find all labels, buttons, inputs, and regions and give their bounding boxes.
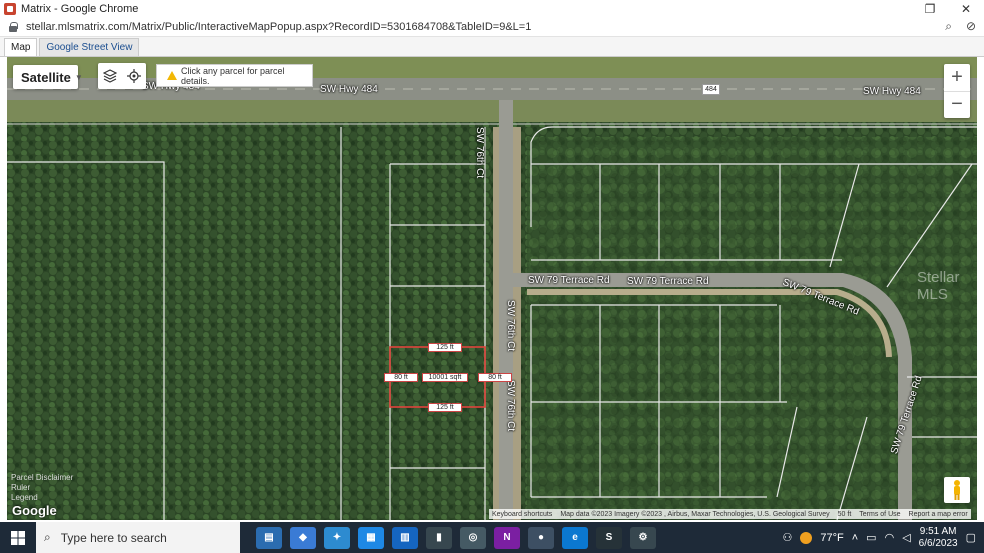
chrome-icon[interactable]: ● — [528, 526, 554, 549]
street-view-pegman[interactable] — [944, 477, 970, 503]
clock-date: 6/6/2023 — [918, 537, 958, 549]
legend-link[interactable]: Legend — [11, 493, 73, 503]
my-location-icon[interactable] — [127, 69, 141, 83]
parcel-notice: Click any parcel for parcel details. — [156, 64, 313, 87]
report-error-link[interactable]: Report a map error — [909, 511, 968, 518]
map-type-button[interactable]: Satellite ▼ — [13, 65, 83, 89]
wifi-icon[interactable]: ◠ — [885, 531, 895, 544]
tab-map[interactable]: Map — [4, 38, 38, 56]
weather-sun-icon[interactable] — [800, 531, 813, 544]
task-view-icon[interactable]: ▤ — [256, 526, 282, 549]
zoom-controls: + − — [944, 64, 970, 118]
lock-icon[interactable] — [8, 21, 18, 32]
warning-icon — [167, 71, 177, 80]
map-tabs: Map Google Street View — [0, 37, 984, 57]
map-legend-links: Parcel Disclaimer Ruler Legend — [11, 473, 73, 503]
app-4-icon[interactable]: ▥ — [392, 526, 418, 549]
search-icon: ⌕ — [44, 530, 51, 544]
notifications-icon[interactable]: ▢ — [966, 531, 976, 544]
pegman-icon — [954, 480, 960, 500]
system-tray: ⚇ 77°F ˄ ▭ ◠ ◁ 9:51 AM 6/6/2023 ▢ — [783, 526, 984, 550]
zoom-in-button[interactable]: + — [944, 64, 970, 92]
volume-icon[interactable]: ◁ — [902, 531, 910, 544]
settings-gear-icon[interactable]: ⚙ — [630, 526, 656, 549]
road-label-terrace-left: SW 79 Terrace Rd — [528, 275, 610, 286]
scale-bar[interactable]: 50 ft — [838, 511, 852, 518]
road-label-76th-ct-top: SW 76th Ct — [474, 127, 485, 179]
keyboard-shortcuts-link[interactable]: Keyboard shortcuts — [492, 511, 552, 518]
parcel-bottom-width: 125 ft — [428, 403, 462, 412]
parcel-area: 10001 sqft — [422, 373, 468, 382]
app-sse-icon[interactable]: S — [596, 526, 622, 549]
parcel-notice-text: Click any parcel for parcel details. — [181, 65, 285, 86]
map-canvas[interactable]: SW Hwy 484 SW Hwy 484 SW Hwy 484 484 SW … — [7, 57, 977, 520]
people-icon[interactable]: ⚇ — [783, 531, 793, 544]
window-title: Matrix - Google Chrome — [21, 2, 139, 15]
search-placeholder: Type here to search — [60, 530, 167, 545]
clock-time: 9:51 AM — [919, 525, 957, 537]
app-1-icon[interactable]: ◆ — [290, 526, 316, 549]
taskbar: ⌕ Type here to search ▤ ◆ ✦ ▦ ▥ ▮ ◎ N ● … — [0, 522, 984, 553]
zoom-out-button[interactable]: − — [944, 92, 970, 119]
chevron-up-icon[interactable]: ˄ — [852, 532, 858, 544]
road-label-hwy-484-mid: SW Hwy 484 — [320, 84, 378, 95]
app-2-icon[interactable]: ✦ — [324, 526, 350, 549]
terms-link[interactable]: Terms of Use — [859, 511, 900, 518]
temperature[interactable]: 77°F — [820, 532, 843, 544]
road-label-76th-ct-mid: SW 76th Ct — [505, 300, 516, 352]
caret-down-icon: ▼ — [74, 72, 83, 82]
onenote-icon[interactable]: N — [494, 526, 520, 549]
start-button[interactable] — [0, 522, 36, 553]
hwy-shield-484: 484 — [702, 84, 720, 95]
tab-street-view[interactable]: Google Street View — [39, 38, 140, 56]
parcel-disclaimer-link[interactable]: Parcel Disclaimer — [11, 473, 73, 483]
clock[interactable]: 9:51 AM 6/6/2023 — [919, 526, 958, 550]
app-6-icon[interactable]: ◎ — [460, 526, 486, 549]
parcel-top-width: 125 ft — [428, 343, 462, 352]
ruler-link[interactable]: Ruler — [11, 483, 73, 493]
map-type-label: Satellite — [21, 69, 71, 85]
title-bar: Matrix - Google Chrome ❐ ✕ — [0, 0, 984, 17]
app-icon — [4, 2, 16, 15]
satellite-imagery — [7, 57, 977, 520]
address-bar[interactable]: stellar.mlsmatrix.com/Matrix/Public/Inte… — [0, 17, 984, 37]
stellar-mls-watermark: Stellar MLS — [917, 269, 960, 303]
road-label-76th-ct-low: SW 76th Ct — [505, 380, 516, 432]
layers-icon[interactable] — [103, 69, 117, 83]
calculator-icon[interactable]: ▦ — [358, 526, 384, 549]
map-attribution: Keyboard shortcuts Map data ©2023 Imager… — [489, 509, 971, 519]
zoom-search-icon[interactable]: ⌕ — [945, 19, 952, 34]
app-5-icon[interactable]: ▮ — [426, 526, 452, 549]
map-tools — [98, 63, 146, 89]
google-logo: Google — [12, 503, 57, 518]
map-data-text: Map data ©2023 Imagery ©2023 , Airbus, M… — [560, 510, 830, 518]
edge-icon[interactable]: e — [562, 526, 588, 549]
close-icon[interactable]: ✕ — [948, 0, 984, 17]
tracking-protection-icon[interactable]: ⊘ — [966, 19, 976, 34]
road-label-hwy-484-right: SW Hwy 484 — [863, 86, 921, 97]
road-label-terrace-mid: SW 79 Terrace Rd — [627, 276, 709, 287]
battery-icon[interactable]: ▭ — [866, 531, 876, 544]
parcel-right-depth: 80 ft — [478, 373, 512, 382]
taskbar-apps: ▤ ◆ ✦ ▦ ▥ ▮ ◎ N ● e S ⚙ — [256, 526, 656, 549]
windows-logo-icon — [11, 530, 25, 545]
restore-icon[interactable]: ❐ — [912, 0, 948, 17]
taskbar-search[interactable]: ⌕ Type here to search — [36, 522, 240, 553]
url-text[interactable]: stellar.mlsmatrix.com/Matrix/Public/Inte… — [26, 21, 531, 33]
parcel-left-depth: 80 ft — [384, 373, 418, 382]
